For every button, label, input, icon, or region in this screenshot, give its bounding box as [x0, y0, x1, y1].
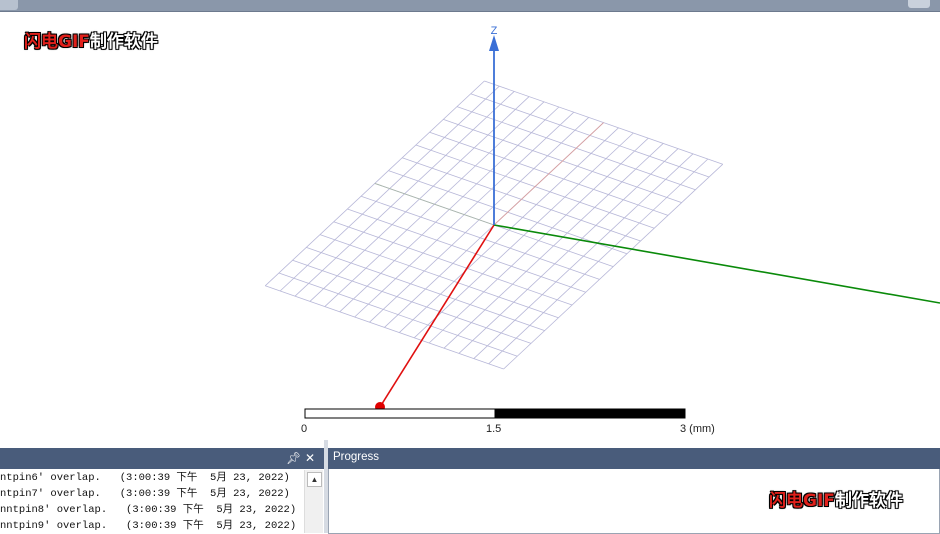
grid-line [265, 285, 504, 370]
grid-line [443, 143, 664, 349]
watermark-red-text: 闪电GIF [769, 491, 835, 511]
watermark-top-left: 闪电GIF制作软件 [24, 27, 158, 52]
scale-bar-black-segment [494, 408, 686, 419]
scale-label-mid: 1.5 [486, 423, 502, 435]
grid-line [399, 127, 619, 333]
window-top-bar [0, 0, 940, 12]
watermark-bottom-right: 闪电GIF制作软件 [769, 486, 903, 511]
progress-panel-header: Progress [328, 448, 940, 469]
grid-line [428, 137, 649, 344]
grid-line [347, 208, 586, 293]
message-row[interactable]: nntpin8' overlap. (3:00:39 下午 5月 23, 202… [0, 502, 304, 518]
message-panel-header: 📌︎ ✕ [0, 448, 324, 469]
scale-label-start: 0 [301, 423, 308, 435]
top-tab-handle[interactable] [0, 0, 18, 10]
grid-line [333, 221, 573, 306]
message-scrollbar[interactable]: ▲ [304, 470, 323, 533]
scale-bar [304, 408, 686, 419]
grid-line [292, 259, 532, 344]
negative-axis-line [493, 122, 604, 226]
scale-label-end: 3 (mm) [680, 423, 715, 435]
message-list[interactable]: ntpin6' overlap. (3:00:39 下午 5月 23, 2022… [0, 470, 304, 533]
grid-line [503, 163, 724, 370]
z-axis-arrow-icon [489, 35, 499, 51]
close-icon[interactable]: ✕ [305, 450, 315, 467]
scale-bar-white-segment [304, 408, 496, 419]
viewport-canvas: Z [264, 25, 940, 419]
progress-panel-title: Progress [333, 451, 380, 463]
message-manager-panel: 📌︎ ✕ ntpin6' overlap. (3:00:39 下午 5月 23,… [0, 440, 324, 533]
grid-line [306, 247, 545, 331]
z-axis-label: Z [491, 25, 498, 37]
grid-line [319, 234, 559, 319]
message-row[interactable]: ntpin6' overlap. (3:00:39 下午 5月 23, 2022… [0, 470, 304, 486]
grid-line [473, 153, 694, 359]
message-row[interactable]: ntpin7' overlap. (3:00:39 下午 5月 23, 2022… [0, 486, 304, 502]
grid-line [413, 132, 634, 339]
watermark-white-text: 制作软件 [834, 491, 903, 511]
pin-icon[interactable]: 📌︎ [286, 450, 301, 467]
watermark-red-text: 闪电GIF [24, 32, 90, 52]
watermark-white-text: 制作软件 [89, 32, 158, 52]
negative-axis-line [374, 182, 495, 226]
message-row[interactable]: nntpin9' overlap. (3:00:39 下午 5月 23, 202… [0, 518, 304, 533]
grid-line [488, 158, 709, 365]
y-axis-line [493, 224, 940, 304]
3d-modeler-viewport[interactable]: Z 0 1.5 3 (mm) [0, 12, 940, 439]
grid-line [278, 272, 518, 357]
top-right-handle[interactable] [908, 0, 930, 8]
scroll-up-arrow-icon[interactable]: ▲ [307, 472, 322, 487]
